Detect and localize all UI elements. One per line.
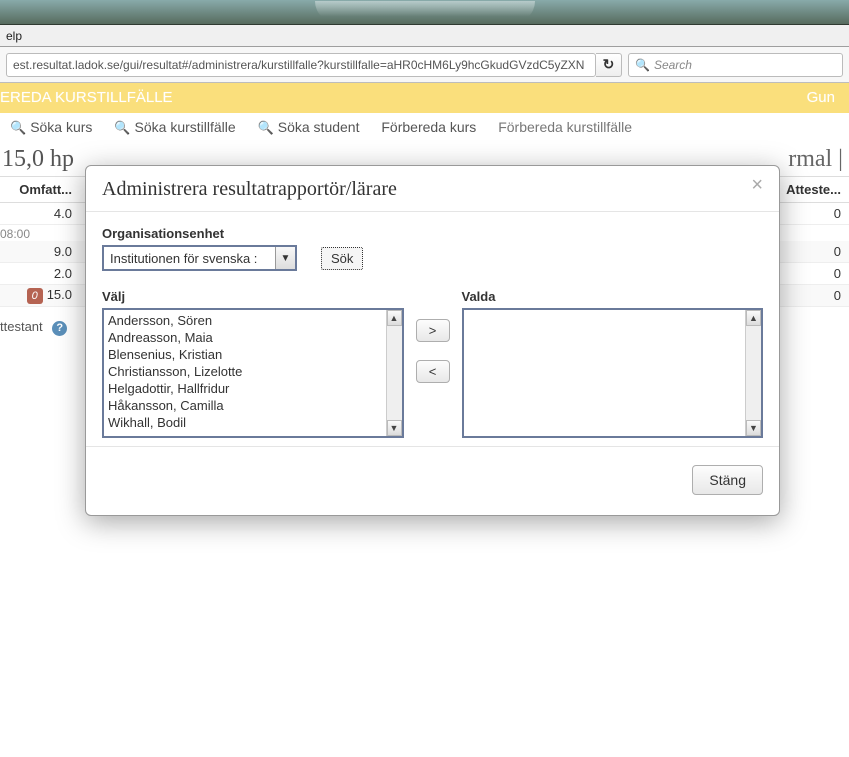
org-unit-select[interactable]: Institutionen för svenska : ▼ xyxy=(102,245,297,271)
browser-urlbar: est.resultat.ladok.se/gui/resultat#/admi… xyxy=(0,47,849,83)
close-button[interactable]: Stäng xyxy=(692,465,763,495)
list-item[interactable]: Wikhall, Bodil xyxy=(108,414,398,431)
tab-forbereda-kurstillfalle[interactable]: Förbereda kurstillfälle xyxy=(498,119,632,135)
scroll-down-icon[interactable]: ▼ xyxy=(746,420,761,436)
tab-soka-kurs[interactable]: 🔍Söka kurs xyxy=(10,119,92,135)
scrollbar[interactable]: ▲ ▼ xyxy=(745,310,761,436)
list-item[interactable]: Helgadottir, Hallfridur xyxy=(108,380,398,397)
tab-soka-kurstillfalle[interactable]: 🔍Söka kurstillfälle xyxy=(114,119,235,135)
search-icon: 🔍 xyxy=(258,120,274,135)
search-button[interactable]: Sök xyxy=(321,247,363,270)
move-right-button[interactable]: > xyxy=(416,319,450,342)
search-icon: 🔍 xyxy=(635,58,650,72)
tab-forbereda-kurs[interactable]: Förbereda kurs xyxy=(381,119,476,135)
tab-soka-student[interactable]: 🔍Söka student xyxy=(258,119,360,135)
menu-help[interactable]: elp xyxy=(0,29,28,43)
nav-tabs: 🔍Söka kurs 🔍Söka kurstillfälle 🔍Söka stu… xyxy=(0,113,849,146)
window-titlebar xyxy=(0,0,849,25)
reload-button[interactable]: ↻ xyxy=(596,53,622,77)
search-icon: 🔍 xyxy=(114,120,130,135)
list-item[interactable]: Blensenius, Kristian xyxy=(108,346,398,363)
dialog-title: Administrera resultatrapportör/lärare xyxy=(102,178,397,201)
page-header: EREDA KURSTILLFÄLLE Gun xyxy=(0,83,849,113)
close-icon[interactable]: × xyxy=(751,178,763,192)
list-item[interactable]: Andersson, Sören xyxy=(108,312,398,329)
scroll-up-icon[interactable]: ▲ xyxy=(746,310,761,326)
browser-search[interactable]: 🔍 Search xyxy=(628,53,843,77)
admin-reporter-dialog: Administrera resultatrapportör/lärare × … xyxy=(85,165,780,516)
move-left-button[interactable]: < xyxy=(416,360,450,383)
url-input[interactable]: est.resultat.ladok.se/gui/resultat#/admi… xyxy=(6,53,596,77)
org-unit-label: Organisationsenhet xyxy=(102,226,763,241)
page-header-right: Gun xyxy=(807,89,835,106)
browser-menubar: elp xyxy=(0,25,849,47)
selected-listbox[interactable]: ▲ ▼ xyxy=(462,308,764,438)
available-label: Välj xyxy=(102,289,404,304)
scroll-up-icon[interactable]: ▲ xyxy=(387,310,402,326)
list-item[interactable]: Håkansson, Camilla xyxy=(108,397,398,414)
search-icon: 🔍 xyxy=(10,120,26,135)
warning-badge: 0 xyxy=(27,288,43,304)
col-omfatt: Omfatt... xyxy=(0,182,80,197)
scrollbar[interactable]: ▲ ▼ xyxy=(386,310,402,436)
page-header-left: EREDA KURSTILLFÄLLE xyxy=(0,89,173,106)
org-unit-selected: Institutionen för svenska : xyxy=(104,251,275,266)
search-placeholder: Search xyxy=(654,58,692,72)
list-item[interactable]: Andreasson, Maia xyxy=(108,329,398,346)
help-icon[interactable]: ? xyxy=(52,321,67,336)
selected-label: Valda xyxy=(462,289,764,304)
list-item[interactable]: Christiansson, Lizelotte xyxy=(108,363,398,380)
chevron-down-icon: ▼ xyxy=(275,247,295,269)
scroll-down-icon[interactable]: ▼ xyxy=(387,420,402,436)
available-listbox[interactable]: Andersson, SörenAndreasson, MaiaBlenseni… xyxy=(102,308,404,438)
